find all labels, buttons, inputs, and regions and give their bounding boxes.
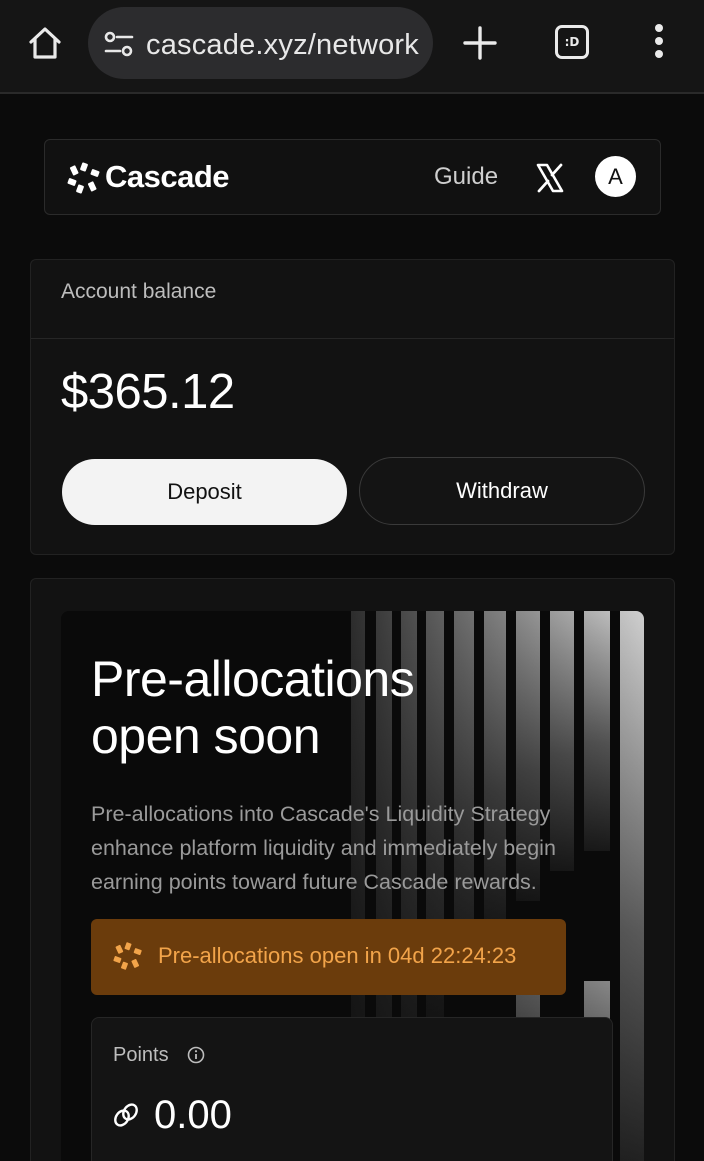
preallocation-description: Pre-allocations into Cascade's Liquidity… [91, 802, 556, 894]
x-icon[interactable] [535, 162, 565, 194]
title-line-2: open soon [91, 708, 321, 764]
countdown-banner: Pre-allocations open in 04d 22:24:23 [91, 919, 566, 995]
address-bar[interactable]: cascade.xyz/network [88, 7, 433, 79]
tabs-icon[interactable]: :D [555, 25, 589, 59]
plus-icon[interactable] [461, 24, 499, 62]
site-header: Cascade Guide A [44, 139, 661, 215]
url-text[interactable]: cascade.xyz/network [146, 29, 419, 62]
deposit-button[interactable]: Deposit [62, 459, 347, 525]
guide-link[interactable]: Guide [434, 163, 498, 191]
points-value: 0.00 [154, 1093, 232, 1137]
avatar[interactable]: A [595, 156, 636, 197]
points-label: Points [113, 1044, 169, 1066]
title-line-1: Pre-allocations [91, 651, 415, 707]
balance-amount: $365.12 [61, 365, 235, 419]
account-balance-card: Account balance $365.12 Deposit Withdraw [30, 259, 675, 555]
cascade-logo-icon[interactable] [67, 162, 101, 194]
home-icon[interactable] [26, 24, 64, 62]
divider [31, 338, 674, 339]
more-vertical-icon[interactable] [648, 24, 670, 62]
balance-label: Account balance [61, 280, 217, 303]
preallocation-card: Pre-allocations open soon Pre-allocation… [30, 578, 675, 1161]
withdraw-button[interactable]: Withdraw [359, 457, 645, 525]
browser-toolbar: cascade.xyz/network :D [0, 0, 704, 94]
preallocation-hero: Pre-allocations open soon Pre-allocation… [61, 611, 644, 1161]
countdown-text: Pre-allocations open in 04d 22:24:23 [158, 943, 517, 968]
preallocation-title: Pre-allocations open soon [91, 651, 551, 765]
site-settings-icon[interactable] [104, 31, 134, 57]
cascade-logo-icon [113, 942, 142, 970]
info-icon[interactable] [187, 1046, 205, 1064]
points-box: Points 0.00 [91, 1017, 613, 1161]
link-icon [114, 1103, 138, 1127]
logo-text[interactable]: Cascade [105, 159, 230, 195]
